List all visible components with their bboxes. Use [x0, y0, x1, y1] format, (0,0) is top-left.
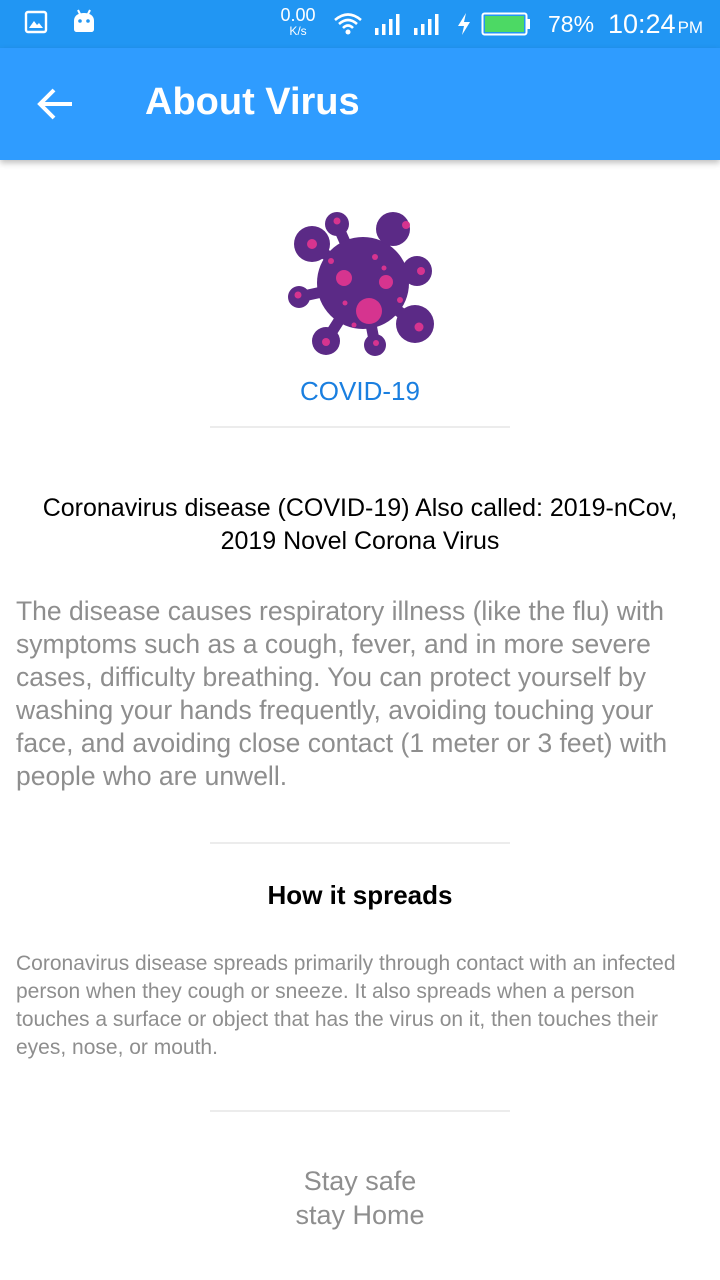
page-title: About Virus: [145, 81, 360, 123]
app-bar: About Virus: [0, 48, 720, 160]
speed-value: 0.00: [280, 5, 316, 25]
signal-icon: [413, 12, 441, 41]
battery-percentage: 78%: [548, 11, 595, 37]
disease-description: The disease causes respiratory illness (…: [16, 596, 668, 791]
network-speed: 0.00 K/s: [278, 6, 318, 37]
disease-headline: Coronavirus disease (COVID-19) Also call…: [42, 494, 678, 555]
charging-icon: [456, 12, 472, 41]
footer-line-2: stay Home: [295, 1200, 425, 1230]
wifi-icon: [333, 11, 363, 42]
battery-icon: [481, 12, 531, 41]
image-icon: [24, 10, 48, 39]
footer-message: Stay safe stay Home: [0, 1164, 720, 1232]
speed-unit: K/s: [289, 24, 307, 38]
footer-line-1: Stay safe: [303, 1166, 417, 1196]
status-bar: 0.00 K/s 78% 10:24 PM: [0, 0, 720, 48]
divider: [210, 1110, 510, 1112]
spread-heading: How it spreads: [267, 880, 453, 910]
clock-time: 10:24: [608, 9, 676, 39]
virus-name: COVID-19: [300, 376, 420, 406]
android-icon: [72, 8, 96, 39]
clock-ampm: PM: [677, 18, 704, 37]
virus-icon: [283, 205, 439, 357]
spread-description: Coronavirus disease spreads primarily th…: [16, 952, 676, 1059]
back-button[interactable]: [30, 78, 82, 130]
clock: 10:24 PM: [608, 9, 703, 40]
signal-icon: [374, 12, 402, 41]
divider: [210, 426, 510, 428]
divider: [210, 842, 510, 844]
arrow-left-icon: [37, 88, 72, 120]
